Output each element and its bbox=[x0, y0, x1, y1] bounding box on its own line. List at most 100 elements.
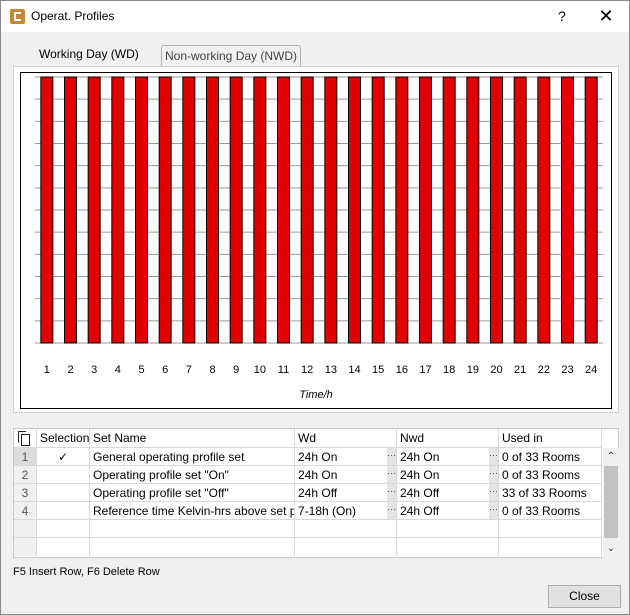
x-tick-label: 20 bbox=[490, 364, 502, 376]
close-button[interactable]: Close bbox=[548, 585, 621, 608]
row-number: 3 bbox=[14, 484, 37, 502]
copy-header-cell[interactable] bbox=[14, 429, 37, 448]
chart-bar-19 bbox=[466, 76, 480, 344]
nwd-cell[interactable]: 24h On ··· bbox=[397, 466, 499, 484]
x-tick-label: 23 bbox=[561, 364, 573, 376]
chart-bar-2 bbox=[64, 76, 77, 344]
nwd-ellipsis-button[interactable]: ··· bbox=[489, 502, 498, 519]
chart-bar-13 bbox=[324, 76, 338, 344]
chart-bar-15 bbox=[371, 76, 385, 344]
wd-cell[interactable]: 24h Off ··· bbox=[295, 484, 397, 502]
x-tick-label: 3 bbox=[91, 364, 97, 376]
nwd-cell[interactable]: 24h Off ··· bbox=[397, 502, 499, 520]
table-row[interactable]: 3 Operating profile set "Off" 24h Off ···… bbox=[14, 484, 602, 502]
scroll-down-icon[interactable]: ⌄ bbox=[603, 542, 619, 556]
chart-bar-3 bbox=[87, 76, 101, 344]
chart-bar-17 bbox=[419, 76, 432, 344]
x-tick-label: 14 bbox=[348, 364, 360, 376]
x-tick-label: 9 bbox=[233, 364, 239, 376]
empty-cell[interactable] bbox=[397, 520, 499, 538]
table-row[interactable]: 2 Operating profile set "On" 24h On ··· 2… bbox=[14, 466, 602, 484]
chart-bar-4 bbox=[111, 76, 125, 344]
wd-cell[interactable]: 24h On ··· bbox=[295, 466, 397, 484]
row-number: 4 bbox=[14, 502, 37, 520]
x-tick-label: 21 bbox=[514, 364, 526, 376]
chart-bar-21 bbox=[513, 76, 527, 344]
nwd-ellipsis-button[interactable]: ··· bbox=[489, 466, 498, 483]
wd-value: 24h On bbox=[298, 468, 338, 482]
nwd-ellipsis-button[interactable]: ··· bbox=[489, 484, 498, 501]
chart-bar-12 bbox=[300, 76, 314, 344]
keyboard-hint: F5 Insert Row, F6 Delete Row bbox=[13, 566, 160, 578]
nwd-ellipsis-button[interactable]: ··· bbox=[489, 448, 498, 465]
chart-frame: 1 2 3 4 5 6 7 8 9 10 11 12 13 14 15 16 17 18 19 20 21 22 23 24 T… bbox=[20, 72, 612, 409]
window-title: Operat. Profiles bbox=[31, 9, 115, 23]
header-nwd[interactable]: Nwd bbox=[397, 429, 499, 448]
empty-cell[interactable] bbox=[397, 538, 499, 556]
table-row[interactable]: 1 ✓ General operating profile set 24h On… bbox=[14, 448, 602, 466]
wd-ellipsis-button[interactable]: ··· bbox=[387, 448, 396, 465]
set-name-cell[interactable]: Reference time Kelvin-hrs above set poin… bbox=[90, 502, 295, 520]
row-number bbox=[14, 520, 37, 538]
help-button[interactable]: ? bbox=[549, 5, 575, 27]
nwd-value: 24h Off bbox=[400, 486, 440, 500]
empty-cell[interactable] bbox=[37, 538, 90, 556]
header-set-name[interactable]: Set Name bbox=[90, 429, 295, 448]
copy-icon bbox=[18, 431, 30, 446]
x-tick-label: 1 bbox=[44, 364, 50, 376]
empty-cell[interactable] bbox=[295, 520, 397, 538]
row-number: 1 bbox=[14, 448, 37, 466]
chart-bar-14 bbox=[348, 76, 361, 344]
selection-checkbox[interactable] bbox=[37, 484, 90, 502]
title-bar: Operat. Profiles ? ✕ bbox=[1, 1, 629, 32]
row-number bbox=[14, 538, 37, 556]
scroll-up-icon[interactable]: ⌃ bbox=[603, 450, 619, 464]
row-number: 2 bbox=[14, 466, 37, 484]
tab-working-day[interactable]: Working Day (WD) bbox=[35, 43, 143, 68]
empty-cell[interactable] bbox=[499, 538, 602, 556]
x-tick-label: 22 bbox=[538, 364, 550, 376]
empty-row[interactable] bbox=[14, 520, 602, 538]
x-tick-label: 4 bbox=[115, 364, 121, 376]
empty-cell[interactable] bbox=[295, 538, 397, 556]
empty-row[interactable] bbox=[14, 538, 602, 558]
wd-ellipsis-button[interactable]: ··· bbox=[387, 484, 396, 501]
x-tick-label: 10 bbox=[254, 364, 266, 376]
scroll-thumb[interactable] bbox=[604, 466, 618, 538]
header-selection[interactable]: Selection bbox=[37, 429, 90, 448]
nwd-value: 24h On bbox=[400, 450, 440, 464]
x-tick-label: 18 bbox=[443, 364, 455, 376]
wd-ellipsis-button[interactable]: ··· bbox=[387, 502, 396, 519]
empty-cell[interactable] bbox=[90, 538, 295, 556]
set-name-cell[interactable]: Operating profile set "Off" bbox=[90, 484, 295, 502]
wd-cell[interactable]: 24h On ··· bbox=[295, 448, 397, 466]
empty-cell[interactable] bbox=[499, 520, 602, 538]
chart-bar-1 bbox=[40, 76, 54, 344]
chart-bar-22 bbox=[537, 76, 551, 344]
wd-cell[interactable]: 7-18h (On) ··· bbox=[295, 502, 397, 520]
close-icon[interactable]: ✕ bbox=[593, 5, 619, 27]
wd-ellipsis-button[interactable]: ··· bbox=[387, 466, 396, 483]
empty-cell[interactable] bbox=[90, 520, 295, 538]
wd-value: 24h On bbox=[298, 450, 338, 464]
selection-checkbox[interactable] bbox=[37, 466, 90, 484]
header-wd[interactable]: Wd bbox=[295, 429, 397, 448]
tab-non-working-day[interactable]: Non-working Day (NWD) bbox=[161, 45, 302, 66]
empty-cell[interactable] bbox=[37, 520, 90, 538]
set-name-cell[interactable]: Operating profile set "On" bbox=[90, 466, 295, 484]
header-used-in[interactable]: Used in bbox=[499, 429, 602, 448]
wd-value: 7-18h (On) bbox=[298, 504, 357, 518]
chart-bar-11 bbox=[277, 76, 290, 344]
vertical-scrollbar[interactable]: ⌃ ⌄ bbox=[603, 448, 619, 558]
nwd-cell[interactable]: 24h On ··· bbox=[397, 448, 499, 466]
x-axis-label: Time/h bbox=[299, 389, 333, 401]
used-in-cell: 0 of 33 Rooms bbox=[499, 466, 602, 484]
set-name-cell[interactable]: General operating profile set bbox=[90, 448, 295, 466]
selection-checkbox[interactable] bbox=[37, 502, 90, 520]
x-tick-label: 12 bbox=[301, 364, 313, 376]
selection-checkbox[interactable]: ✓ bbox=[37, 448, 90, 466]
chart-bar-18 bbox=[442, 76, 456, 344]
table-row[interactable]: 4 Reference time Kelvin-hrs above set po… bbox=[14, 502, 602, 520]
used-in-cell: 0 of 33 Rooms bbox=[499, 502, 602, 520]
nwd-cell[interactable]: 24h Off ··· bbox=[397, 484, 499, 502]
